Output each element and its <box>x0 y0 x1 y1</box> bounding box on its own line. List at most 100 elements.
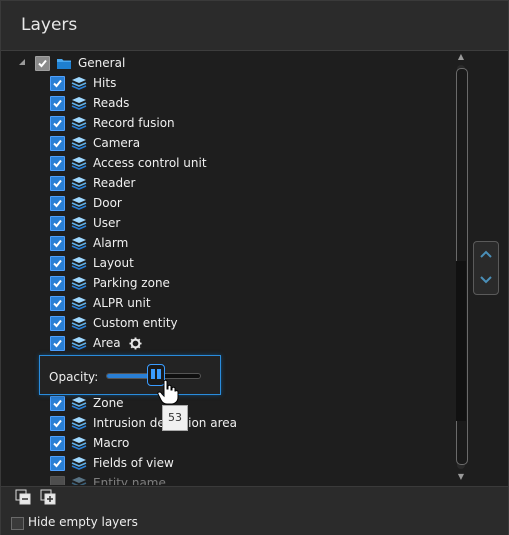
layer-checkbox[interactable] <box>50 95 65 111</box>
layer-stack-icon <box>71 457 87 470</box>
layer-stack-icon <box>71 97 87 110</box>
level-navigation-control[interactable] <box>473 241 499 295</box>
opacity-popup: Opacity: <box>39 355 221 395</box>
layer-item-label: Entity name <box>93 476 166 485</box>
layer-item[interactable]: Macro <box>50 433 129 453</box>
hand-cursor-icon <box>157 379 179 405</box>
layer-tree: General Hits Reads Record fusion Camera Acce… <box>1 53 453 485</box>
layer-item[interactable]: Hits <box>50 73 116 93</box>
layer-item[interactable]: Area <box>50 333 142 353</box>
expand-all-icon[interactable] <box>40 489 56 505</box>
gear-icon[interactable] <box>129 336 142 350</box>
layer-checkbox[interactable] <box>50 175 65 191</box>
layer-checkbox[interactable] <box>50 455 65 471</box>
collapse-all-icon[interactable] <box>15 489 31 505</box>
layer-item-label: Macro <box>93 436 130 450</box>
opacity-label: Opacity: <box>49 370 99 384</box>
layer-item-label: Alarm <box>93 236 129 250</box>
chevron-down-icon[interactable] <box>478 272 494 288</box>
layer-stack-icon <box>71 77 87 90</box>
hide-empty-layers-checkbox[interactable] <box>11 517 24 530</box>
layer-checkbox[interactable] <box>50 415 65 431</box>
layer-checkbox[interactable] <box>50 155 65 171</box>
layer-checkbox[interactable] <box>50 295 65 311</box>
layer-item[interactable]: Custom entity <box>50 313 178 333</box>
layer-item-label: Access control unit <box>93 156 207 170</box>
layer-checkbox[interactable] <box>50 435 65 451</box>
layer-item[interactable]: Parking zone <box>50 273 170 293</box>
layer-item[interactable]: Alarm <box>50 233 128 253</box>
layer-item-label: Record fusion <box>93 116 175 130</box>
layer-item[interactable]: Access control unit <box>50 153 207 173</box>
tree-root-label: General <box>78 56 126 70</box>
general-checkbox[interactable] <box>35 55 50 71</box>
layer-checkbox[interactable] <box>50 335 65 351</box>
chevron-up-icon[interactable] <box>478 246 494 262</box>
layer-item-label: Reader <box>93 176 136 190</box>
layer-checkbox[interactable] <box>50 195 65 211</box>
bottom-bar: Hide empty layers <box>1 486 508 535</box>
layer-checkbox[interactable] <box>50 475 65 485</box>
scroll-region-shadow <box>456 261 466 421</box>
layer-stack-icon <box>71 397 87 410</box>
layer-stack-icon <box>71 317 87 330</box>
layer-stack-icon <box>71 277 87 290</box>
layer-item-label: Zone <box>93 396 124 410</box>
layer-item-label: Area <box>93 336 121 350</box>
layer-item[interactable]: Entity name <box>50 473 166 485</box>
layer-stack-icon <box>71 217 87 230</box>
layer-checkbox[interactable] <box>50 115 65 131</box>
panel-header: Layers <box>1 1 508 51</box>
layers-panel: Layers General Hits Reads Record fusion Cam… <box>0 0 509 535</box>
layer-checkbox[interactable] <box>50 215 65 231</box>
layer-item[interactable]: Fields of view <box>50 453 174 473</box>
layer-item[interactable]: Record fusion <box>50 113 175 133</box>
layer-item-label: Camera <box>93 136 141 150</box>
layer-item[interactable]: Layout <box>50 253 134 273</box>
layer-item-label: Hits <box>93 76 117 90</box>
layer-checkbox[interactable] <box>50 275 65 291</box>
layer-checkbox[interactable] <box>50 135 65 151</box>
panel-title: Layers <box>21 15 78 35</box>
layer-stack-icon <box>71 117 87 130</box>
hide-empty-layers-label[interactable]: Hide empty layers <box>28 515 138 529</box>
layer-item-label: Fields of view <box>93 456 174 470</box>
folder-icon <box>57 59 71 69</box>
layer-stack-icon <box>71 237 87 250</box>
layer-item[interactable]: Intrusion detection area <box>50 413 237 433</box>
layer-stack-icon <box>71 177 87 190</box>
layer-item[interactable]: Door <box>50 193 122 213</box>
layer-item[interactable]: User <box>50 213 120 233</box>
layer-item-label: Parking zone <box>93 276 170 290</box>
scroll-up-icon[interactable]: ▲ <box>456 53 466 61</box>
layer-stack-icon <box>71 477 87 485</box>
triangle-down-icon[interactable] <box>17 58 27 68</box>
layer-checkbox[interactable] <box>50 75 65 91</box>
layer-stack-icon <box>71 437 87 450</box>
layer-item-label: Custom entity <box>93 316 178 330</box>
layer-checkbox[interactable] <box>50 395 65 411</box>
layer-checkbox[interactable] <box>50 315 65 331</box>
layer-stack-icon <box>71 257 87 270</box>
layer-stack-icon <box>71 137 87 150</box>
layer-item-label: ALPR unit <box>93 296 151 310</box>
layer-item[interactable]: Zone <box>50 393 124 413</box>
layer-checkbox[interactable] <box>50 235 65 251</box>
layer-item-label: Door <box>93 196 122 210</box>
layer-item[interactable]: ALPR unit <box>50 293 151 313</box>
layer-item[interactable]: Camera <box>50 133 140 153</box>
layer-item-label: Layout <box>93 256 134 270</box>
layer-item[interactable]: Reader <box>50 173 135 193</box>
layer-stack-icon <box>71 417 87 430</box>
layer-checkbox[interactable] <box>50 255 65 271</box>
layer-stack-icon <box>71 337 87 350</box>
scroll-down-icon[interactable]: ▼ <box>456 473 466 481</box>
opacity-value-tooltip: 53 <box>162 405 188 431</box>
tree-root-general[interactable]: General <box>17 53 125 73</box>
layer-item[interactable]: Reads <box>50 93 129 113</box>
layer-stack-icon <box>71 157 87 170</box>
layer-stack-icon <box>71 197 87 210</box>
layer-stack-icon <box>71 297 87 310</box>
layer-item-label: Reads <box>93 96 130 110</box>
layer-item-label: User <box>93 216 121 230</box>
